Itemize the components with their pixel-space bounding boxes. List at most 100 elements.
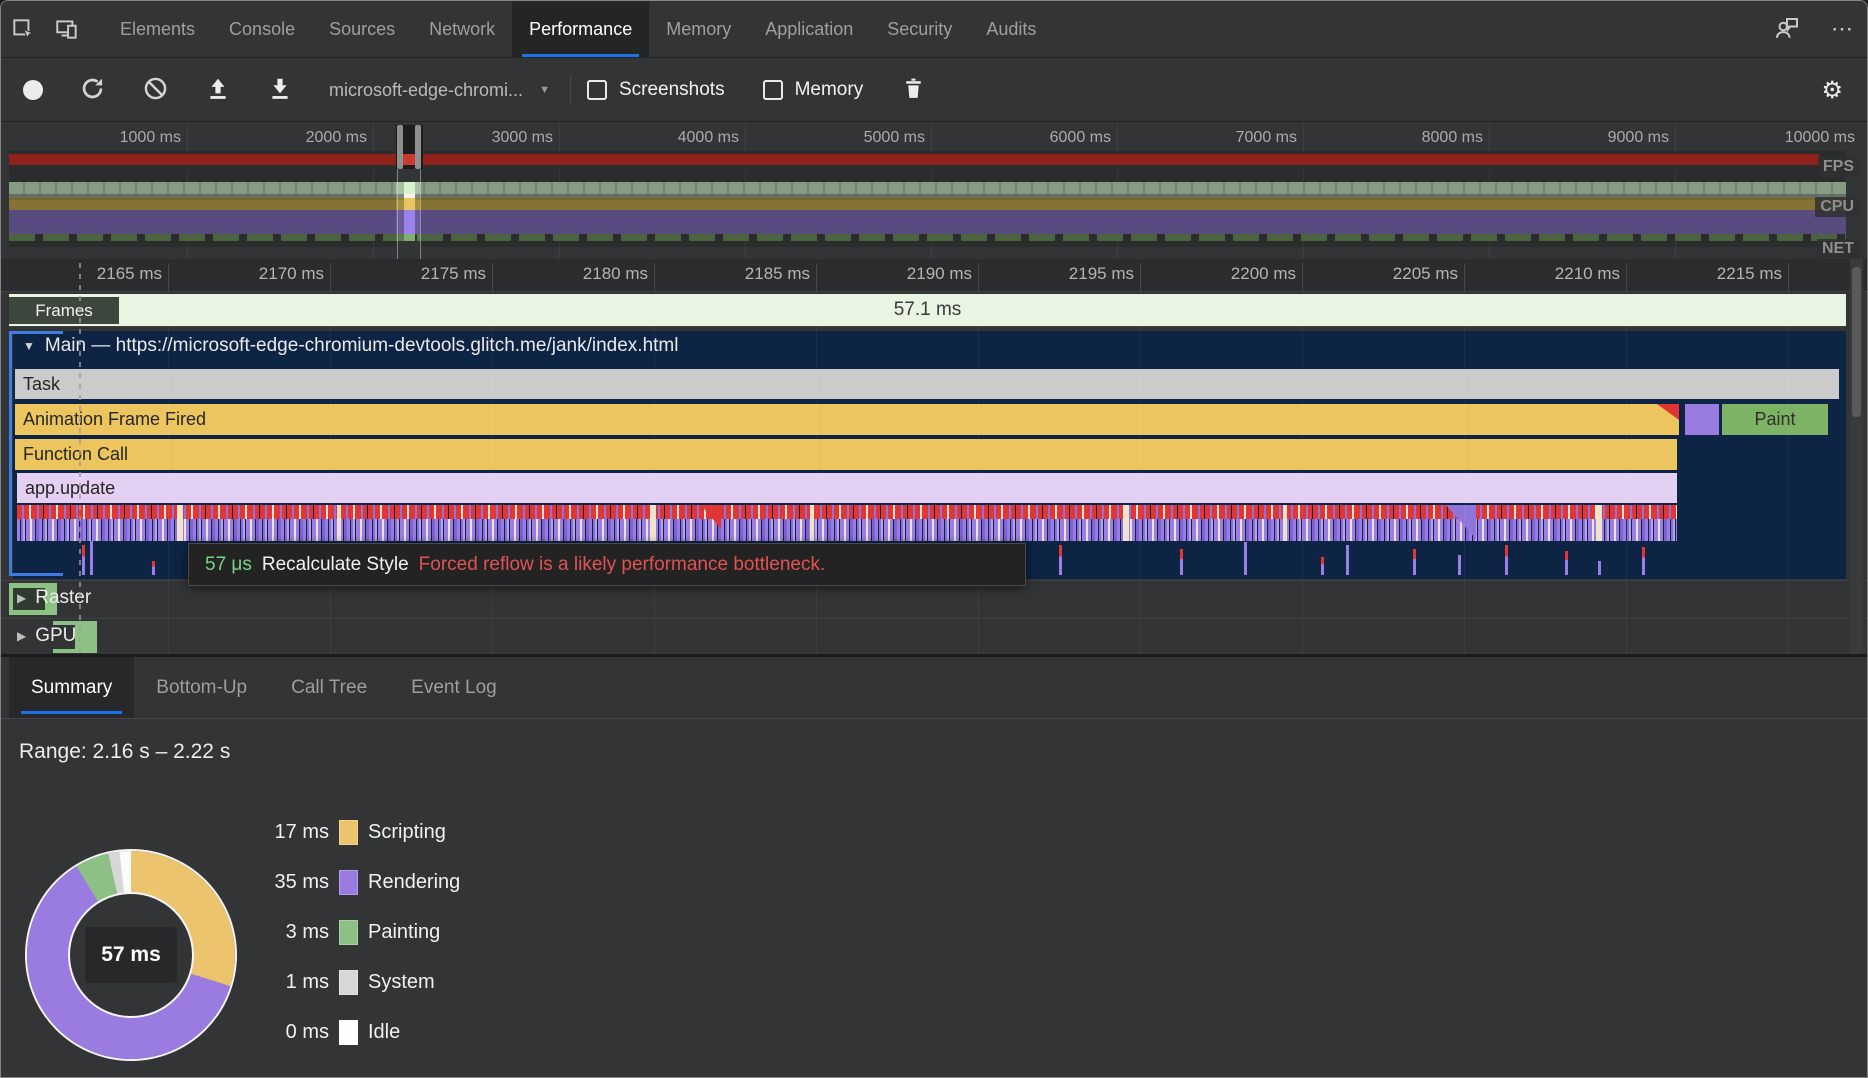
detail-ruler[interactable]: 2165 ms2170 ms2175 ms2180 ms2185 ms2190 … xyxy=(1,259,1867,292)
purple-wedge xyxy=(1446,505,1476,539)
selection-handle-right[interactable] xyxy=(415,125,421,169)
style-recalc-tick xyxy=(1642,547,1645,575)
screenshots-checkbox[interactable]: Screenshots xyxy=(587,79,725,101)
legend-row-painting: 3 msPainting xyxy=(229,907,460,957)
tab-application[interactable]: Application xyxy=(748,1,870,57)
selection-handle-left[interactable] xyxy=(397,125,403,169)
detail-ruler-label: 2170 ms xyxy=(174,264,324,284)
overview-ruler-label: 5000 ms xyxy=(775,129,925,147)
legend-value: 1 ms xyxy=(229,971,329,994)
tab-security[interactable]: Security xyxy=(870,1,969,57)
style-recalc-tick xyxy=(1565,551,1568,575)
task-label: Task xyxy=(23,374,60,395)
track-selection-bracket-vertical xyxy=(9,331,12,576)
tab-sources[interactable]: Sources xyxy=(312,1,412,57)
legend-value: 3 ms xyxy=(229,921,329,944)
device-toolbar-button[interactable] xyxy=(45,1,89,57)
style-recalc-tick xyxy=(152,561,155,575)
flame-bar-paint[interactable]: Paint xyxy=(1722,404,1828,435)
flame-bar-function-call[interactable]: Function Call xyxy=(15,439,1677,470)
style-recalc-tick xyxy=(1413,549,1416,575)
frames-track[interactable]: Frames 57.1 ms xyxy=(9,294,1846,327)
feedback-button[interactable] xyxy=(1757,1,1817,57)
devtools-window: ElementsConsoleSourcesNetworkPerformance… xyxy=(0,0,1868,1078)
details-tab-event-log[interactable]: Event Log xyxy=(389,657,519,718)
device-toolbar-icon xyxy=(54,16,80,42)
profile-select[interactable]: microsoft-edge-chromi... ▼ xyxy=(329,80,550,101)
detail-ruler-label: 2215 ms xyxy=(1632,264,1782,284)
style-recalc-tick xyxy=(1598,561,1601,575)
disclosure-right-icon: ▶ xyxy=(17,591,26,605)
cpu-lane-label: CPU xyxy=(1815,197,1859,217)
tab-bar-spacer xyxy=(1053,1,1757,57)
clear-block-icon xyxy=(142,75,169,105)
flame-bar-app-update[interactable]: app.update xyxy=(17,473,1677,503)
activity-legend: 17 msScripting35 msRendering3 msPainting… xyxy=(229,807,460,1078)
tab-console[interactable]: Console xyxy=(212,1,312,57)
tooltip-title: Recalculate Style xyxy=(262,554,409,576)
legend-value: 17 ms xyxy=(229,821,329,844)
details-tab-call-tree[interactable]: Call Tree xyxy=(269,657,389,718)
main-thread-track[interactable]: ▼ Main — https://microsoft-edge-chromium… xyxy=(13,331,1846,579)
recalculate-style-strip-top[interactable] xyxy=(17,505,1677,519)
overview-ruler-label: 10000 ms xyxy=(1705,129,1855,147)
detail-ruler-tick xyxy=(492,263,493,292)
event-tooltip: 57 μs Recalculate Style Forced reflow is… xyxy=(188,543,1026,586)
app-update-label: app.update xyxy=(25,478,115,499)
legend-swatch-icon xyxy=(339,970,358,995)
overview-dim-right xyxy=(420,151,1846,247)
detail-ruler-label: 2210 ms xyxy=(1470,264,1620,284)
detail-ruler-label: 2205 ms xyxy=(1308,264,1458,284)
garbage-collect-button[interactable] xyxy=(901,76,926,104)
details-tab-bottom-up[interactable]: Bottom-Up xyxy=(134,657,269,718)
legend-value: 35 ms xyxy=(229,871,329,894)
overview-dim-left xyxy=(9,151,396,247)
flame-bar-animation-frame-fired[interactable]: Animation Frame Fired xyxy=(15,404,1679,435)
main-track-header[interactable]: ▼ Main — https://microsoft-edge-chromium… xyxy=(23,335,678,357)
record-button[interactable] xyxy=(1,80,43,100)
tab-audits[interactable]: Audits xyxy=(969,1,1053,57)
disclosure-down-icon: ▼ xyxy=(23,339,35,353)
tooltip-warning: Forced reflow is a likely performance bo… xyxy=(419,554,826,576)
gear-icon: ⚙ xyxy=(1821,76,1843,105)
memory-checkbox-label: Memory xyxy=(795,79,864,101)
clear-recording-button[interactable] xyxy=(142,75,169,105)
memory-checkbox[interactable]: Memory xyxy=(763,79,864,101)
overview-ruler-label: 7000 ms xyxy=(1147,129,1297,147)
scrollbar-thumb[interactable] xyxy=(1852,267,1861,417)
load-profile-button[interactable] xyxy=(205,76,231,105)
recalculate-style-strip-bottom[interactable] xyxy=(17,519,1677,541)
details-tab-summary[interactable]: Summary xyxy=(9,657,134,718)
style-recalc-tick xyxy=(1346,545,1349,575)
detail-ruler-tick xyxy=(1464,263,1465,292)
legend-swatch-icon xyxy=(339,920,358,945)
detail-ruler-label: 2165 ms xyxy=(12,264,162,284)
timeline-overview[interactable]: 1000 ms2000 ms3000 ms4000 ms5000 ms6000 … xyxy=(1,123,1867,259)
style-recalc-tick xyxy=(1321,557,1324,575)
save-profile-button[interactable] xyxy=(267,76,293,105)
reload-and-record-button[interactable] xyxy=(79,75,106,105)
details-tab-bar: SummaryBottom-UpCall TreeEvent Log xyxy=(1,657,1867,719)
detail-ruler-tick xyxy=(816,263,817,292)
flame-bar-task[interactable]: Task xyxy=(15,369,1839,399)
more-options-button[interactable]: ⋯ xyxy=(1817,1,1867,57)
detail-ruler-label: 2200 ms xyxy=(1146,264,1296,284)
screenshots-checkbox-box xyxy=(587,80,607,100)
tab-network[interactable]: Network xyxy=(412,1,512,57)
raster-track-header[interactable]: ▶ Raster xyxy=(17,587,91,609)
tab-performance[interactable]: Performance xyxy=(512,1,649,57)
overview-ruler-label: 8000 ms xyxy=(1333,129,1483,147)
gpu-track-header[interactable]: ▶ GPU xyxy=(17,625,76,647)
settings-gear-button[interactable]: ⚙ xyxy=(1815,59,1849,122)
detail-ruler-tick xyxy=(654,263,655,292)
tab-memory[interactable]: Memory xyxy=(649,1,748,57)
tab-elements[interactable]: Elements xyxy=(103,1,212,57)
paint-label: Paint xyxy=(1754,409,1795,430)
detail-ruler-tick xyxy=(1140,263,1141,292)
animation-frame-label: Animation Frame Fired xyxy=(23,409,206,430)
trash-icon xyxy=(901,76,926,104)
inspect-element-button[interactable] xyxy=(1,1,45,57)
upload-arrow-icon xyxy=(205,76,231,105)
row-divider xyxy=(1,618,1867,619)
flame-bar-rendering-block[interactable] xyxy=(1685,404,1719,435)
